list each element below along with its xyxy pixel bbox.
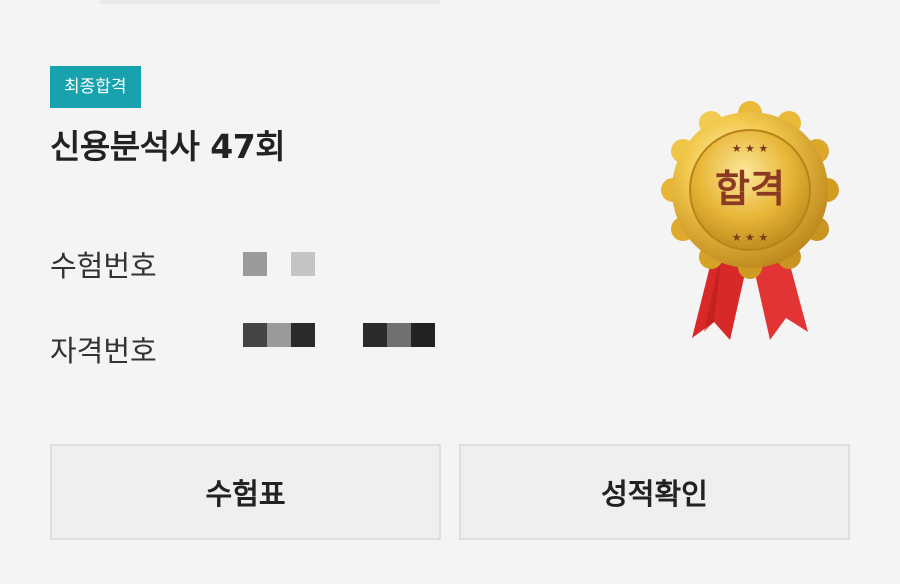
svg-text:★ ★ ★: ★ ★ ★	[732, 231, 769, 244]
license-number-masked-value	[243, 323, 435, 347]
exam-number-masked-value	[243, 252, 315, 276]
check-score-button[interactable]: 성적확인	[459, 444, 850, 540]
exam-number-label: 수험번호	[50, 249, 157, 283]
status-badge: 최종합격	[50, 66, 141, 108]
pass-medal-icon: ★ ★ ★ 합격 ★ ★ ★	[661, 101, 839, 340]
top-divider	[100, 0, 440, 4]
admission-ticket-button[interactable]: 수험표	[50, 444, 441, 540]
license-number-label: 자격번호	[50, 334, 157, 368]
svg-text:★ ★ ★: ★ ★ ★	[732, 142, 769, 155]
exam-title: 신용분석사 47회	[50, 127, 286, 166]
medal-text: 합격	[715, 167, 785, 211]
